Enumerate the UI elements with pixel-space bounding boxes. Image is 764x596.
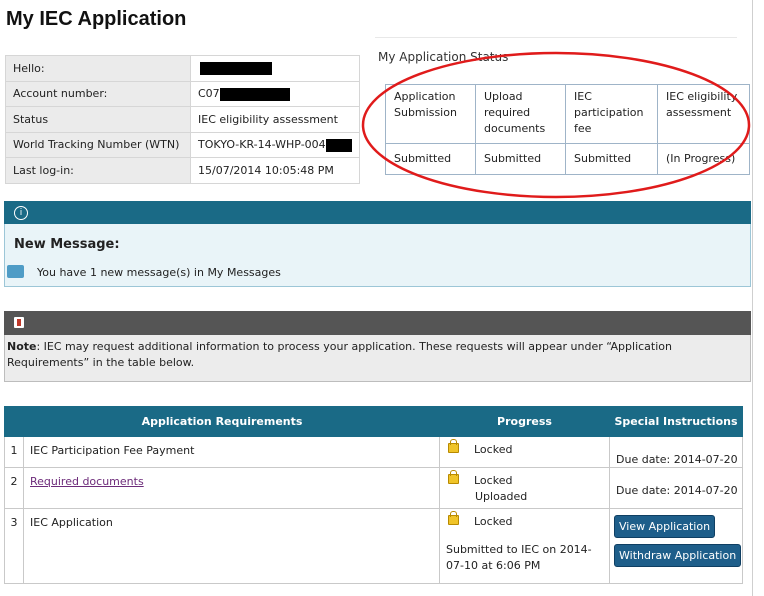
table-row: 3 IEC Application Locked Submitted to IEC… [4,508,743,584]
note-label: Note [7,340,37,353]
status-value-assessment: (In Progress) [657,143,750,175]
due-date: Due date: 2014-07-20 [616,453,738,466]
info-icon: i [14,206,28,220]
divider [375,37,737,38]
redacted-block [200,62,272,75]
last-login-value: 15/07/2014 10:05:48 PM [190,157,360,184]
progress-cell: Locked Submitted to IEC on 2014-07-10 at … [439,508,610,584]
account-number-text: C07 [198,87,220,100]
bookmark-icon [14,317,24,328]
header-requirements: Application Requirements [4,406,440,437]
hello-label: Hello: [5,55,191,82]
wtn-value: TOKYO-KR-14-WHP-004 [190,131,360,158]
header-progress: Progress [439,406,610,437]
requirement-name: IEC Participation Fee Payment [23,436,440,468]
withdraw-application-button[interactable]: Withdraw Application [614,544,742,567]
page-edge [752,0,753,596]
note-panel: Note: IEC may request additional informa… [4,335,751,382]
application-status-table: Application Submission Upload required d… [385,84,750,175]
application-status-title: My Application Status [378,50,509,64]
row-number: 1 [4,436,24,468]
table-header-row: Application Requirements Progress Specia… [4,406,743,437]
status-value-fee: Submitted [565,143,658,175]
row-number: 2 [4,467,24,509]
status-value: IEC eligibility assessment [190,106,360,133]
view-application-button[interactable]: View Application [614,515,716,538]
table-row: Submitted Submitted Submitted (In Progre… [385,143,750,175]
status-value-documents: Submitted [475,143,566,175]
note-text: Note: IEC may request additional informa… [7,339,752,371]
table-row: Hello: [5,55,360,82]
lock-icon [448,511,459,525]
lock-icon [448,439,459,453]
table-row: 1 IEC Participation Fee Payment Locked D… [4,436,743,468]
account-summary-table: Hello: Account number: C07 Status IEC el… [5,55,360,184]
requirements-table: Application Requirements Progress Specia… [4,406,743,584]
account-number-label: Account number: [5,80,191,107]
progress-status: Locked [474,474,513,487]
table-row: Status IEC eligibility assessment [5,106,360,133]
instruction-cell: Due date: 2014-07-20 [609,436,743,468]
requirement-name: IEC Application [23,508,440,584]
last-login-label: Last log-in: [5,157,191,184]
table-row: World Tracking Number (WTN) TOKYO-KR-14-… [5,131,360,158]
message-title: New Message: [14,237,120,252]
header-instructions: Special Instructions [609,406,743,437]
status-col-submission: Application Submission [385,84,476,144]
progress-cell: Locked [439,436,610,468]
lock-icon [448,470,459,484]
status-value-submission: Submitted [385,143,476,175]
progress-detail: Submitted to IEC on 2014-07-10 at 6:06 P… [446,543,592,572]
due-date: Due date: 2014-07-20 [616,484,738,497]
table-row: Account number: C07 [5,80,360,107]
status-label: Status [5,106,191,133]
wtn-text: TOKYO-KR-14-WHP-004 [198,138,326,151]
table-row: Application Submission Upload required d… [385,84,750,144]
message-panel-header: i [4,201,751,224]
message-text: You have 1 new message(s) in My Messages [37,266,281,279]
requirement-name: Required documents [23,467,440,509]
instruction-cell: Due date: 2014-07-20 [609,467,743,509]
progress-status: Locked [474,515,513,528]
status-col-fee: IEC participation fee [565,84,658,144]
redacted-block [325,138,352,152]
redacted-block [219,87,290,101]
table-row: Last log-in: 15/07/2014 10:05:48 PM [5,157,360,184]
row-number: 3 [4,508,24,584]
progress-cell: Locked Uploaded [439,467,610,509]
account-number-value: C07 [190,80,360,107]
progress-status: Locked [474,443,513,456]
message-panel: New Message: You have 1 new message(s) i… [4,224,751,287]
progress-detail: Uploaded [475,490,528,503]
note-panel-header [4,311,751,335]
note-body: : IEC may request additional information… [7,340,672,369]
page-title: My IEC Application [6,8,187,30]
status-col-assessment: IEC eligibility assessment [657,84,750,144]
wtn-label: World Tracking Number (WTN) [5,131,191,158]
status-col-documents: Upload required documents [475,84,566,144]
instruction-cell: View Application Withdraw Application [609,508,743,584]
table-row: 2 Required documents Locked Uploaded Due … [4,467,743,509]
required-documents-link[interactable]: Required documents [30,475,144,488]
hello-value [190,55,360,82]
envelope-icon[interactable] [7,265,24,278]
